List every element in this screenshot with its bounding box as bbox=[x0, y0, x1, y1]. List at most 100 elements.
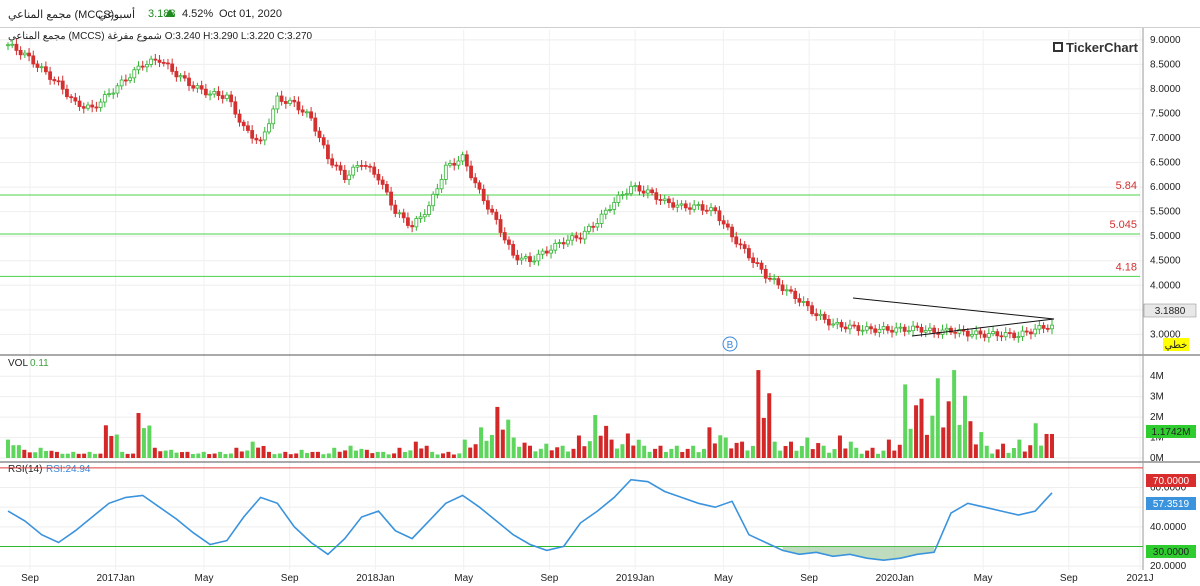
candle-body bbox=[410, 225, 415, 228]
candle-body bbox=[18, 49, 23, 56]
level-label: 5.045 bbox=[1109, 219, 1137, 231]
candle-body bbox=[48, 71, 52, 80]
candle-body bbox=[603, 209, 608, 215]
candle-body bbox=[170, 63, 175, 72]
volume-bar bbox=[729, 448, 734, 458]
triangle-upper-trendline[interactable] bbox=[852, 297, 1055, 320]
volume-bars[interactable] bbox=[6, 370, 1054, 458]
volume-bar bbox=[615, 448, 619, 458]
candle-body bbox=[515, 254, 520, 261]
candle-body bbox=[751, 257, 756, 264]
candle-body bbox=[755, 262, 760, 265]
volume-bar bbox=[136, 413, 141, 458]
candle-body bbox=[612, 202, 617, 210]
candle-body bbox=[570, 235, 574, 241]
volume-bar bbox=[131, 453, 136, 458]
volume-bar bbox=[859, 453, 864, 458]
volume-bar bbox=[511, 437, 516, 458]
support-resistance-levels[interactable]: 5.84 5.045 4.18 bbox=[0, 180, 1140, 277]
candle-body bbox=[864, 326, 869, 331]
candle-body bbox=[187, 77, 191, 86]
volume-bar bbox=[1011, 448, 1016, 458]
volume-bar bbox=[228, 453, 233, 458]
volume-bar bbox=[593, 415, 598, 458]
candle-body bbox=[145, 64, 149, 68]
candle-body bbox=[136, 65, 141, 71]
volume-bar bbox=[555, 447, 560, 458]
candle-body bbox=[422, 214, 427, 218]
candle-body bbox=[898, 326, 903, 329]
volume-bar bbox=[740, 441, 745, 458]
volume-bar bbox=[1022, 451, 1027, 458]
price-tick-label: 4.5000 bbox=[1150, 256, 1181, 267]
candle-body bbox=[334, 164, 339, 167]
volume-bar bbox=[49, 450, 54, 458]
candle-body bbox=[486, 200, 490, 210]
candle-body bbox=[629, 185, 633, 195]
volume-bar bbox=[256, 447, 261, 458]
volume-bar bbox=[702, 448, 706, 458]
price-candles[interactable] bbox=[6, 38, 1054, 343]
candle-body bbox=[1045, 327, 1050, 330]
volume-bar bbox=[538, 448, 543, 458]
candle-body bbox=[574, 235, 579, 239]
candle-body bbox=[203, 88, 208, 96]
candle-body bbox=[161, 61, 166, 64]
volume-bar bbox=[696, 452, 701, 458]
volume-bar bbox=[98, 453, 103, 458]
volume-bar bbox=[326, 453, 331, 458]
candle-body bbox=[220, 95, 225, 99]
candle-body bbox=[747, 248, 751, 259]
candle-body bbox=[814, 313, 819, 317]
volume-bar bbox=[354, 450, 358, 458]
candle-body bbox=[721, 220, 726, 225]
volume-bar bbox=[979, 432, 984, 458]
candle-body bbox=[890, 329, 894, 333]
candle-body bbox=[233, 101, 238, 115]
volume-bar bbox=[609, 439, 614, 458]
candle-body bbox=[831, 323, 835, 326]
candle-body bbox=[69, 96, 74, 99]
candle-body bbox=[35, 63, 40, 68]
candle-body bbox=[267, 123, 271, 133]
candle-body bbox=[229, 94, 234, 103]
volume-bar bbox=[892, 450, 897, 458]
time-axis: Sep 2017Jan May Sep 2018Jan May Sep 2019Jan May S… bbox=[21, 573, 1154, 584]
volume-bar bbox=[468, 447, 473, 458]
volume-bar bbox=[712, 443, 717, 458]
candle-body bbox=[818, 313, 823, 317]
volume-bar bbox=[783, 445, 788, 458]
candle-body bbox=[94, 106, 99, 109]
volume-bar bbox=[799, 446, 804, 458]
candle-body bbox=[347, 174, 351, 181]
volume-bar bbox=[60, 453, 65, 458]
chart-style-badge[interactable]: خطي bbox=[1163, 338, 1189, 351]
candle-body bbox=[401, 212, 406, 219]
candle-body bbox=[725, 223, 730, 228]
marker-b[interactable]: B bbox=[722, 336, 738, 352]
candle-body bbox=[6, 44, 10, 47]
price-tick-label: 6.5000 bbox=[1150, 158, 1181, 169]
candle-body bbox=[490, 208, 495, 213]
volume-bar bbox=[441, 453, 445, 458]
rsi-last-tag: 57.3519 bbox=[1146, 497, 1196, 510]
candle-body bbox=[667, 198, 671, 204]
volume-bar bbox=[647, 451, 652, 458]
candle-body bbox=[300, 109, 305, 113]
candle-body bbox=[52, 79, 57, 82]
candle-body bbox=[258, 139, 263, 142]
price-tick-label: 5.0000 bbox=[1150, 231, 1181, 242]
candle-body bbox=[873, 328, 878, 333]
candle-body bbox=[90, 104, 95, 108]
candle-body bbox=[73, 97, 78, 102]
candle-body bbox=[549, 249, 553, 254]
time-tick-label: Sep bbox=[541, 573, 559, 584]
stock-chart[interactable]: مجمع المناعي (MCCS) شموع مفرغة O:3.240 H… bbox=[0, 0, 1200, 586]
volume-bar bbox=[789, 441, 793, 458]
volume-bar bbox=[310, 451, 315, 458]
volume-bar bbox=[158, 451, 163, 458]
price-tick-label: 6.0000 bbox=[1150, 182, 1181, 193]
volume-bar bbox=[914, 405, 919, 458]
volume-bar bbox=[212, 453, 217, 458]
volume-bar bbox=[1001, 443, 1006, 458]
